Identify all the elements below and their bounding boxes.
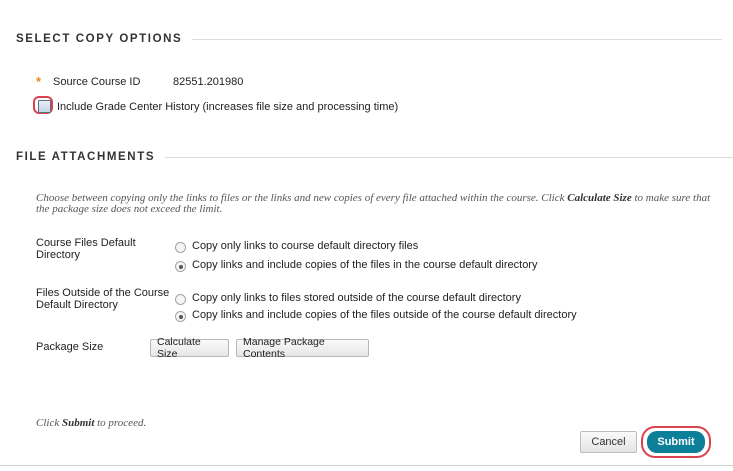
proceed-instruction: Click Submit to proceed. xyxy=(36,417,146,429)
default-directory-label: Course Files Default Directory xyxy=(36,237,136,261)
calculate-size-emphasis: Calculate Size xyxy=(567,192,632,204)
default-dir-links-only-radio[interactable] xyxy=(175,242,186,253)
required-asterisk-icon: * xyxy=(36,74,42,89)
default-dir-links-only-label[interactable]: Copy only links to course default direct… xyxy=(192,240,418,252)
calculate-size-button[interactable]: Calculate Size xyxy=(150,336,229,360)
outside-dir-links-only-radio[interactable] xyxy=(175,294,186,305)
file-attachments-instructions: Choose between copying only the links to… xyxy=(36,193,716,215)
package-size-label: Package Size xyxy=(36,341,104,353)
footer-divider xyxy=(0,465,733,466)
manage-package-contents-button[interactable]: Manage Package Contents xyxy=(236,336,369,360)
section-divider xyxy=(165,156,733,158)
select-copy-options-heading: SELECT COPY OPTIONS xyxy=(16,33,723,45)
cancel-button[interactable]: Cancel xyxy=(580,431,637,453)
proceed-text: Click xyxy=(36,417,62,429)
submit-button[interactable]: Submit xyxy=(647,431,705,453)
file-attachments-heading: FILE ATTACHMENTS xyxy=(16,151,733,163)
grade-center-history-label: Include Grade Center History (increases … xyxy=(57,101,399,113)
source-course-id: 82551.201980 xyxy=(173,76,244,88)
outside-dir-copies-radio[interactable] xyxy=(175,311,186,322)
proceed-text: to proceed. xyxy=(94,417,147,429)
outside-dir-links-only-label[interactable]: Copy only links to files stored outside … xyxy=(192,292,521,304)
submit-emphasis: Submit xyxy=(61,417,95,429)
source-course-label: Source Course ID xyxy=(53,76,141,88)
section-title: SELECT COPY OPTIONS xyxy=(16,33,183,45)
outside-dir-copies-label[interactable]: Copy links and include copies of the fil… xyxy=(192,309,577,321)
section-divider xyxy=(192,38,723,40)
default-dir-copies-label[interactable]: Copy links and include copies of the fil… xyxy=(192,259,537,271)
grade-center-history-checkbox[interactable] xyxy=(38,100,51,113)
default-dir-copies-radio[interactable] xyxy=(175,261,186,272)
section-title: FILE ATTACHMENTS xyxy=(16,151,156,163)
outside-directory-label: Files Outside of the Course Default Dire… xyxy=(36,287,170,311)
